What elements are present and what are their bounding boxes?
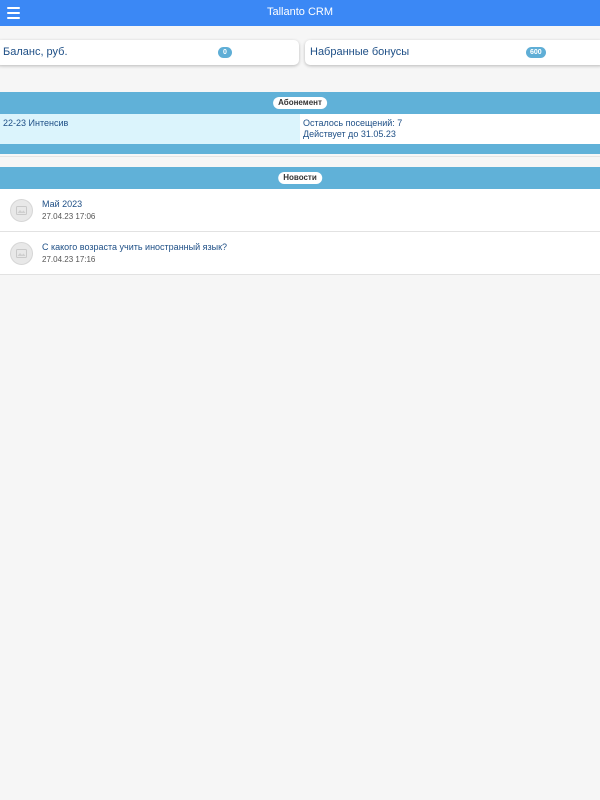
balance-label: Баланс, руб. (3, 46, 68, 58)
news-date: 27.04.23 17:06 (42, 212, 96, 221)
bonuses-label: Набранные бонусы (310, 46, 410, 58)
news-section-header: Новости (0, 167, 600, 189)
divider (0, 156, 600, 157)
news-list: Май 2023 27.04.23 17:06 С какого возраст… (0, 189, 600, 275)
subscription-footer (0, 144, 600, 154)
balance-value-badge: 0 (218, 47, 232, 58)
news-item[interactable]: С какого возраста учить иностранный язык… (0, 232, 600, 275)
bonuses-value-badge: 600 (526, 47, 546, 58)
subscription-remaining: Осталось посещений: 7 (303, 118, 403, 128)
news-date: 27.04.23 17:16 (42, 255, 96, 264)
subscription-details: Осталось посещений: 7 Действует до 31.05… (300, 114, 600, 144)
news-title[interactable]: Май 2023 (42, 199, 82, 209)
subscription-section-header: Абонемент (0, 92, 600, 114)
news-item[interactable]: Май 2023 27.04.23 17:06 (0, 189, 600, 232)
subscription-row[interactable]: 22-23 Интенсив Осталось посещений: 7 Дей… (0, 114, 600, 144)
news-thumbnail-icon (10, 242, 33, 265)
bonuses-card[interactable]: Набранные бонусы 600 (305, 40, 600, 65)
app-header: Tallanto CRM (0, 0, 600, 26)
app-title: Tallanto CRM (266, 6, 334, 18)
news-thumbnail-icon (10, 199, 33, 222)
subscription-section-title: Абонемент (273, 97, 327, 109)
balance-card[interactable]: Баланс, руб. 0 (0, 40, 299, 65)
news-section-title: Новости (278, 172, 322, 184)
subscription-valid-until: Действует до 31.05.23 (303, 129, 396, 139)
news-title[interactable]: С какого возраста учить иностранный язык… (42, 242, 227, 252)
subscription-name: 22-23 Интенсив (0, 114, 300, 144)
